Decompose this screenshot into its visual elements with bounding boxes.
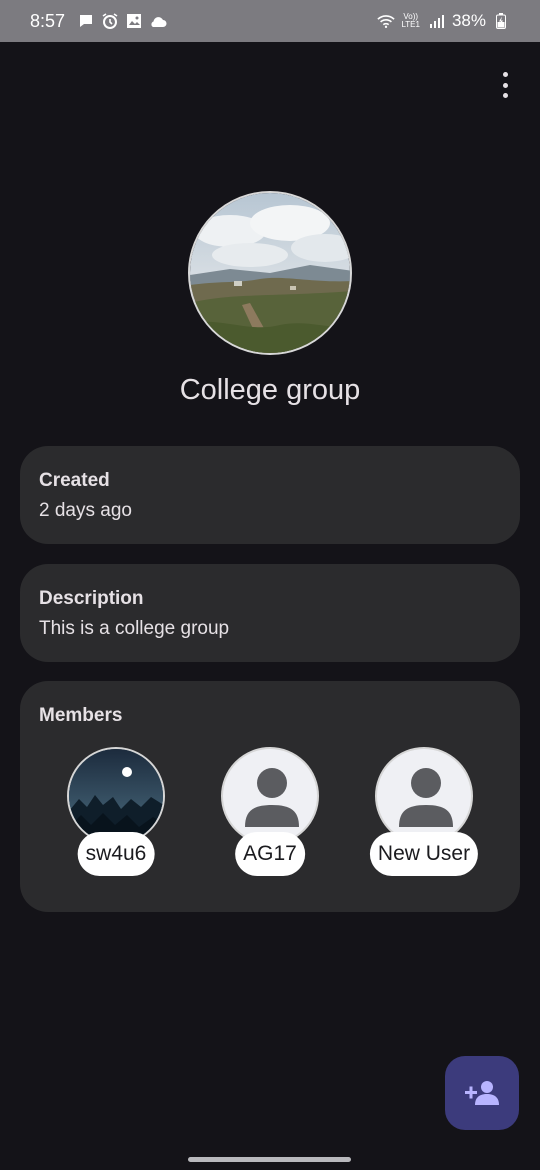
members-card: Members sw4u6 AG17 New User (20, 681, 520, 912)
member-avatar (67, 747, 165, 845)
battery-percent: 38% (451, 11, 486, 30)
description-value: This is a college group (39, 618, 230, 639)
member-name-chip: sw4u6 (77, 832, 155, 876)
night-landscape-avatar (69, 749, 163, 843)
member-ag17[interactable]: AG17 (210, 747, 330, 887)
add-person-icon (465, 1081, 499, 1105)
wifi-icon (377, 12, 396, 30)
default-person-icon (375, 747, 473, 845)
member-sw4u6[interactable]: sw4u6 (56, 747, 176, 887)
image-icon (125, 12, 143, 30)
signal-icon (428, 12, 446, 30)
description-title: Description (39, 588, 144, 609)
battery-charging-icon (492, 12, 510, 30)
description-card[interactable]: Description This is a college group (20, 564, 520, 662)
members-title: Members (39, 705, 123, 726)
more-options-icon[interactable] (498, 72, 512, 98)
group-avatar[interactable] (188, 191, 352, 355)
alarm-icon (101, 12, 119, 30)
lte-bottom-label: LTE1 (401, 20, 420, 29)
status-bar-left: 8:57 (30, 11, 167, 32)
lte-indicator: Vo)) LTE1 (401, 13, 420, 29)
add-member-button[interactable] (445, 1056, 519, 1130)
status-bar-right: Vo)) LTE1 38% (377, 11, 510, 31)
member-name-chip: AG17 (235, 832, 305, 876)
status-bar: 8:57 Vo)) LTE1 38% (0, 0, 540, 42)
created-value: 2 days ago (39, 500, 132, 521)
cloud-icon (149, 12, 167, 30)
chat-notification-icon (77, 12, 95, 30)
navigation-handle[interactable] (188, 1157, 351, 1162)
member-name-chip: New User (369, 832, 479, 876)
created-card: Created 2 days ago (20, 446, 520, 544)
group-photo (190, 193, 350, 353)
default-person-icon (221, 747, 319, 845)
group-name: College group (179, 374, 361, 406)
status-time: 8:57 (30, 10, 66, 31)
created-title: Created (39, 470, 110, 491)
member-new-user[interactable]: New User (364, 747, 484, 887)
